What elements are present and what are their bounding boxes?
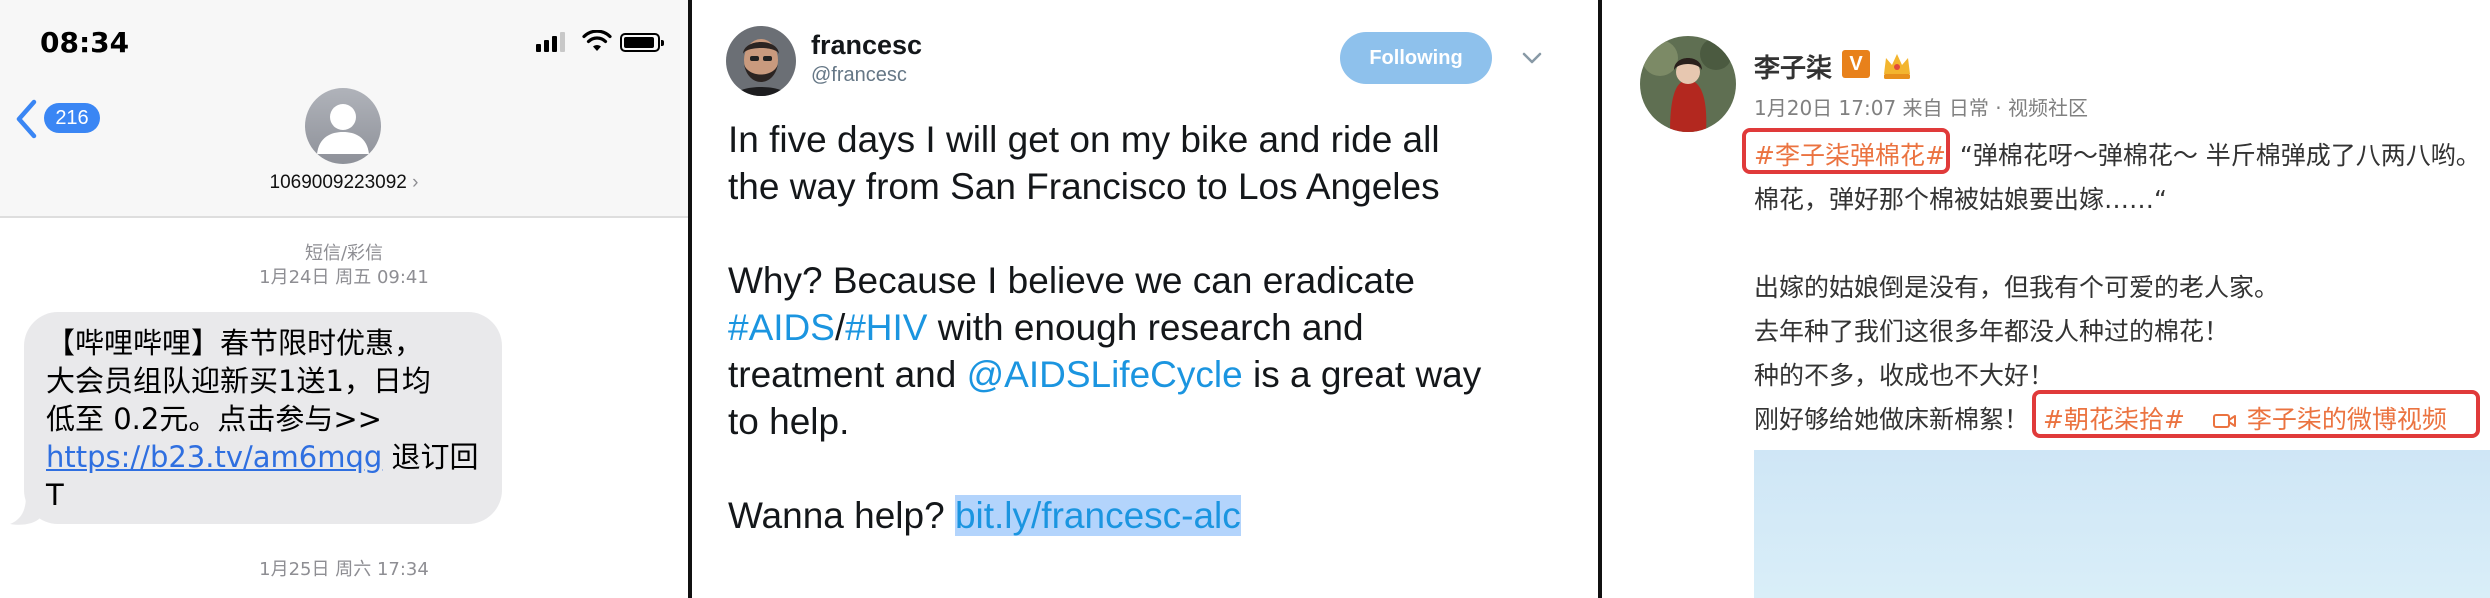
tweet-line: treatment and @AIDSLifeCycle is a great … (728, 351, 1578, 398)
tweet-line: In five days I will get on my bike and r… (728, 119, 1440, 160)
tweet-text: is a great way (1242, 354, 1482, 395)
post-text: 刚好够给她做床新棉絮！ (1754, 405, 2030, 434)
battery-icon (620, 33, 664, 52)
tweet-text: with enough research and (927, 307, 1364, 348)
tweet-link[interactable]: bit.ly/francesc-alc (954, 495, 1241, 536)
hashtag-hiv[interactable]: #HIV (845, 307, 927, 348)
status-time: 08:34 (40, 26, 130, 59)
unread-count-badge: 216 (44, 103, 100, 133)
verified-badge: V (1842, 50, 1870, 78)
tweet-text: treatment and (728, 354, 967, 395)
video-link[interactable]: 李子柒的微博视频 (2212, 405, 2447, 434)
message-timestamp-2: 1月25日 周六 17:34 (259, 559, 429, 580)
post-meta: 1月20日 17:07 来自 日常 · 视频社区 (1754, 96, 2088, 120)
message-timestamp: 1月24日 周五 09:41 (259, 267, 429, 288)
tweet-line: the way from San Francisco to Los Angele… (728, 166, 1440, 207)
contact-number-text: 1069009223092 (269, 172, 407, 193)
sms-panel: 08:34 216 1069009223092 › 短信/彩信 1月24日 周五… (0, 0, 688, 598)
message-line: 大会员组队迎新买1送1，日均 (46, 364, 431, 398)
following-button[interactable]: Following (1340, 32, 1492, 84)
tweet-line: Why? Because I believe we can eradicate (728, 260, 1415, 301)
hashtag-link[interactable]: #李子柒弹棉花# (1754, 141, 1946, 170)
message-type-label: 短信/彩信 (304, 243, 384, 264)
video-camera-icon (2212, 414, 2236, 428)
person-icon (317, 104, 369, 154)
tweet-line: to help. (728, 401, 850, 442)
chevron-left-icon (16, 99, 37, 139)
post-line: #李子柒弹棉花# “弹棉花呀～弹棉花～ 半斤棉弹成了八两八哟。 (1754, 136, 2481, 172)
post-line: 种的不多，收成也不大好！ (1754, 361, 2055, 390)
post-text: “弹棉花呀～弹棉花～ 半斤棉弹成了八两八哟。 (1959, 141, 2481, 170)
video-thumbnail[interactable] (1754, 450, 2490, 598)
avatar[interactable] (726, 26, 796, 96)
message-line: T (46, 478, 64, 512)
tweet-line: Wanna help? bit.ly/francesc-alc (728, 492, 1578, 539)
chevron-down-icon[interactable] (1520, 48, 1544, 68)
back-button[interactable]: 216 (14, 96, 104, 142)
sms-header: 08:34 216 1069009223092 › (0, 0, 688, 218)
post-line: 出嫁的姑娘倒是没有，但我有个可爱的老人家。 (1754, 273, 2280, 302)
hashtag-aids[interactable]: #AIDS (728, 307, 835, 348)
tweet-panel: francesc @francesc Following In five day… (692, 0, 1598, 598)
message-line: 低至 0.2元。点击参与>> (46, 402, 382, 436)
contact-number[interactable]: 1069009223092 › (0, 172, 688, 194)
post-line: 刚好够给她做床新棉絮！ #朝花柒拾# 李子柒的微博视频 (1754, 400, 2447, 436)
hashtag-link[interactable]: #朝花柒拾# (2043, 405, 2185, 434)
post-line: 棉花，弹好那个棉被姑娘要出嫁……“ (1754, 185, 2167, 214)
message-text: 退订回 (382, 440, 479, 474)
message-link[interactable]: https://b23.tv/am6mqg (46, 440, 382, 474)
display-name[interactable]: francesc (811, 30, 922, 61)
message-bubble[interactable]: 【哔哩哔哩】春节限时优惠， 大会员组队迎新买1送1，日均 低至 0.2元。点击参… (24, 312, 502, 524)
mention-link[interactable]: @AIDSLifeCycle (967, 354, 1243, 395)
profile-photo (1640, 36, 1736, 132)
tweet-text: / (834, 307, 846, 348)
display-name[interactable]: 李子柒 (1754, 48, 1832, 85)
weibo-panel: 李子柒 V 1月20日 17:07 来自 日常 · 视频社区 #李子柒弹棉花# “… (1602, 0, 2490, 598)
profile-photo (726, 26, 796, 96)
video-link-label: 李子柒的微博视频 (2246, 405, 2447, 434)
contact-avatar[interactable] (305, 88, 381, 164)
avatar[interactable] (1640, 36, 1736, 132)
message-line: 【哔哩哔哩】春节限时优惠， (46, 326, 424, 360)
tweet-text: Wanna help? (728, 495, 955, 536)
status-icons (536, 30, 664, 56)
wifi-icon (582, 30, 612, 51)
tweet-line: #AIDS/#HIV with enough research and (728, 304, 1578, 351)
chevron-right-icon: › (412, 172, 419, 193)
user-handle[interactable]: @francesc (811, 64, 907, 87)
post-line: 去年种了我们这很多年都没人种过的棉花！ (1754, 317, 2230, 346)
crown-icon (1884, 54, 1910, 79)
message-line: https://b23.tv/am6mqg 退订回 (46, 438, 482, 476)
